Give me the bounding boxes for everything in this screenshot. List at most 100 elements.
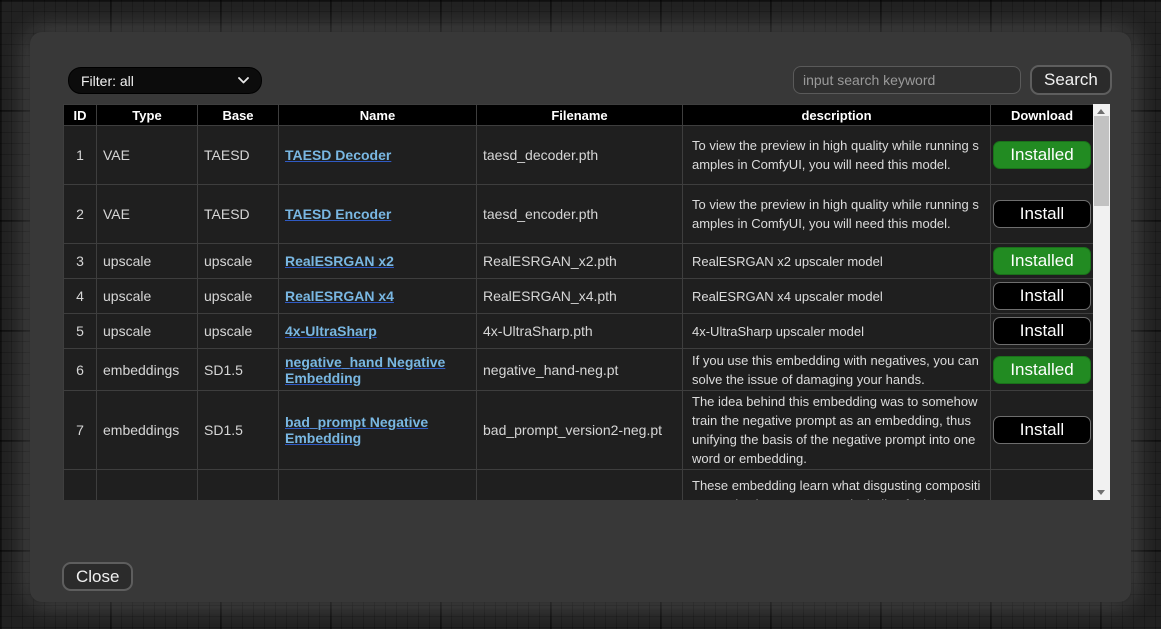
cell-base: TAESD	[198, 126, 279, 185]
cell-base: SD1.5	[198, 391, 279, 470]
cell-name: RealESRGAN x4	[279, 279, 477, 314]
table-header-row: ID Type Base Name Filename description D…	[64, 105, 1094, 126]
cell-description: The idea behind this embedding was to so…	[683, 391, 991, 470]
cell-type: embeddings	[97, 391, 198, 470]
cell-type: upscale	[97, 279, 198, 314]
install-button[interactable]: Installed	[993, 356, 1091, 384]
filter-select[interactable]: Filter: all	[68, 67, 262, 94]
cell-filename: bad_prompt_version2-neg.pt	[477, 391, 683, 470]
cell-type: VAE	[97, 126, 198, 185]
cell-description: If you use this embedding with negatives…	[683, 349, 991, 391]
install-button[interactable]: Install	[993, 317, 1091, 345]
cell-type: VAE	[97, 185, 198, 244]
cell-filename: taesd_encoder.pth	[477, 185, 683, 244]
install-button[interactable]: Installed	[993, 141, 1091, 169]
col-header-type: Type	[97, 105, 198, 126]
cell-base: SD1.5	[198, 349, 279, 391]
install-button[interactable]: Install	[993, 416, 1091, 444]
cell-id: 2	[64, 185, 97, 244]
cell-base	[198, 470, 279, 501]
install-button[interactable]: Install	[993, 282, 1091, 310]
cell-name	[279, 470, 477, 501]
cell-download: Installed	[991, 349, 1094, 391]
cell-name: negative_hand Negative Embedding	[279, 349, 477, 391]
cell-name: 4x-UltraSharp	[279, 314, 477, 349]
cell-description: To view the preview in high quality whil…	[683, 126, 991, 185]
table-row: 7 embeddings SD1.5 bad_prompt Negative E…	[64, 391, 1094, 470]
table-row: 3 upscale upscale RealESRGAN x2 RealESRG…	[64, 244, 1094, 279]
model-table: ID Type Base Name Filename description D…	[63, 104, 1094, 500]
cell-id: 5	[64, 314, 97, 349]
cell-filename: RealESRGAN_x2.pth	[477, 244, 683, 279]
cell-id: 6	[64, 349, 97, 391]
col-header-description: description	[683, 105, 991, 126]
cell-download	[991, 470, 1094, 501]
cell-name: RealESRGAN x2	[279, 244, 477, 279]
cell-description: RealESRGAN x4 upscaler model	[683, 279, 991, 314]
search-input[interactable]	[793, 66, 1021, 94]
cell-base: upscale	[198, 279, 279, 314]
install-button[interactable]: Installed	[993, 247, 1091, 275]
col-header-name: Name	[279, 105, 477, 126]
cell-download: Installed	[991, 244, 1094, 279]
cell-filename: negative_hand-neg.pt	[477, 349, 683, 391]
cell-download: Install	[991, 314, 1094, 349]
model-link[interactable]: negative_hand Negative Embedding	[285, 354, 445, 386]
model-link[interactable]: TAESD Encoder	[285, 206, 391, 222]
cell-base: upscale	[198, 314, 279, 349]
filter-select-value: Filter: all	[81, 73, 134, 89]
cell-description: RealESRGAN x2 upscaler model	[683, 244, 991, 279]
install-models-dialog: Filter: all Search ID Type Base Name Fil…	[30, 32, 1131, 602]
col-header-filename: Filename	[477, 105, 683, 126]
col-header-base: Base	[198, 105, 279, 126]
cell-name: TAESD Encoder	[279, 185, 477, 244]
cell-name: bad_prompt Negative Embedding	[279, 391, 477, 470]
cell-type	[97, 470, 198, 501]
table-row: 6 embeddings SD1.5 negative_hand Negativ…	[64, 349, 1094, 391]
cell-filename	[477, 470, 683, 501]
cell-name: TAESD Decoder	[279, 126, 477, 185]
close-button[interactable]: Close	[62, 562, 133, 591]
scroll-up-arrow-icon[interactable]	[1097, 109, 1105, 114]
search-button[interactable]: Search	[1030, 65, 1112, 95]
table-row: 1 VAE TAESD TAESD Decoder taesd_decoder.…	[64, 126, 1094, 185]
cell-type: embeddings	[97, 349, 198, 391]
cell-filename: 4x-UltraSharp.pth	[477, 314, 683, 349]
model-link[interactable]: 4x-UltraSharp	[285, 323, 377, 339]
cell-description: These embedding learn what disgusting co…	[683, 470, 991, 501]
model-table-body: 1 VAE TAESD TAESD Decoder taesd_decoder.…	[64, 126, 1094, 501]
table-row: 5 upscale upscale 4x-UltraSharp 4x-Ultra…	[64, 314, 1094, 349]
col-header-download: Download	[991, 105, 1094, 126]
model-link[interactable]: bad_prompt Negative Embedding	[285, 414, 428, 446]
chevron-down-icon	[238, 77, 249, 84]
cell-download: Install	[991, 185, 1094, 244]
cell-description: To view the preview in high quality whil…	[683, 185, 991, 244]
scrollbar-thumb[interactable]	[1094, 116, 1109, 206]
cell-id: 7	[64, 391, 97, 470]
cell-download: Installed	[991, 126, 1094, 185]
cell-download: Install	[991, 279, 1094, 314]
table-row: 2 VAE TAESD TAESD Encoder taesd_encoder.…	[64, 185, 1094, 244]
table-scrollbar[interactable]	[1093, 104, 1110, 500]
cell-base: TAESD	[198, 185, 279, 244]
model-table-zone: ID Type Base Name Filename description D…	[63, 104, 1110, 500]
cell-filename: RealESRGAN_x4.pth	[477, 279, 683, 314]
cell-description: 4x-UltraSharp upscaler model	[683, 314, 991, 349]
cell-id: 3	[64, 244, 97, 279]
cell-base: upscale	[198, 244, 279, 279]
model-link[interactable]: TAESD Decoder	[285, 147, 391, 163]
model-link[interactable]: RealESRGAN x2	[285, 253, 394, 269]
model-link[interactable]: RealESRGAN x4	[285, 288, 394, 304]
cell-id: 1	[64, 126, 97, 185]
col-header-id: ID	[64, 105, 97, 126]
table-row: These embedding learn what disgusting co…	[64, 470, 1094, 501]
scroll-down-arrow-icon[interactable]	[1097, 490, 1105, 495]
install-button[interactable]: Install	[993, 200, 1091, 228]
cell-id: 4	[64, 279, 97, 314]
table-row: 4 upscale upscale RealESRGAN x4 RealESRG…	[64, 279, 1094, 314]
cell-type: upscale	[97, 314, 198, 349]
cell-filename: taesd_decoder.pth	[477, 126, 683, 185]
cell-id	[64, 470, 97, 501]
cell-download: Install	[991, 391, 1094, 470]
cell-type: upscale	[97, 244, 198, 279]
